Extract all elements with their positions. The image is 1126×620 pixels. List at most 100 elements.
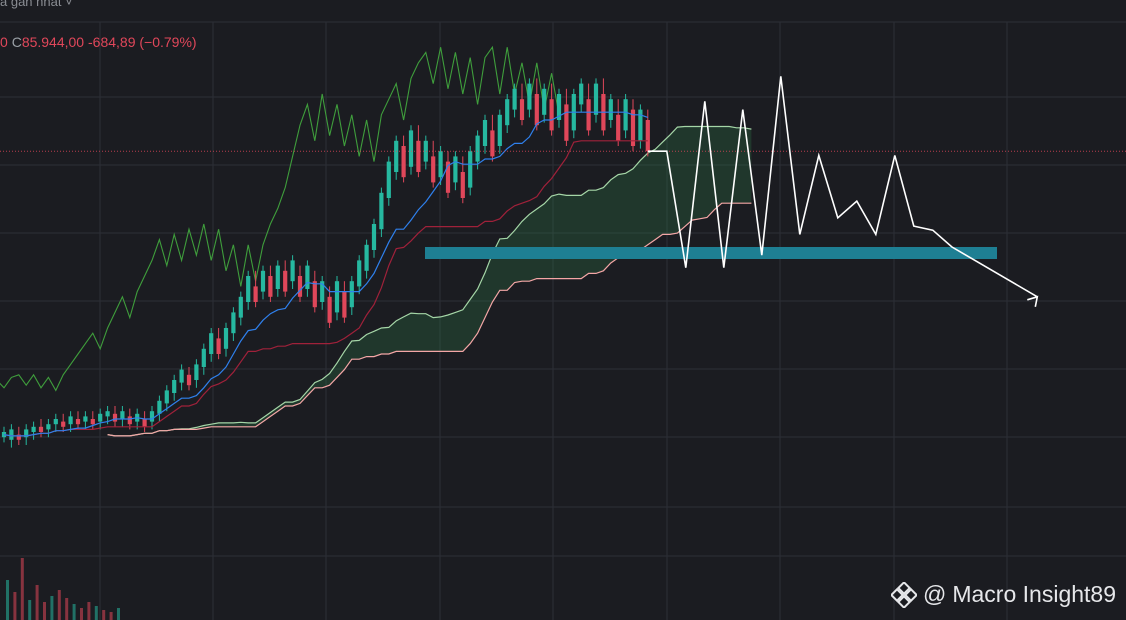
close-label: C	[11, 34, 22, 50]
chikou-span-line	[0, 45, 560, 392]
candle-body	[46, 424, 51, 430]
close-value: 85.944,00	[21, 34, 85, 50]
candle-body	[90, 419, 95, 425]
candle-body	[290, 260, 295, 282]
candle-body	[38, 426, 44, 432]
watermark-at: @	[923, 581, 947, 607]
volume-bar	[20, 558, 24, 620]
interval-selector[interactable]: a gần nhất ˅	[0, 0, 73, 9]
candle-body	[216, 338, 221, 354]
candle-body	[593, 83, 599, 115]
candle-body	[186, 374, 192, 386]
volume-bar	[6, 580, 9, 620]
volume-bar	[50, 596, 54, 620]
ichimoku-cloud	[107, 126, 752, 436]
binance-logo-icon	[891, 581, 917, 608]
volume-bar	[57, 590, 61, 620]
candle-body	[342, 291, 347, 318]
candle-body	[238, 296, 243, 318]
candle-body	[527, 83, 532, 110]
candle-body	[371, 224, 377, 250]
volume-bar	[13, 592, 17, 620]
candle-body	[149, 411, 155, 422]
candle-body	[534, 94, 539, 126]
volume-bar	[80, 608, 83, 620]
candle-body	[408, 130, 414, 167]
candle-body	[268, 276, 273, 297]
support-zone[interactable]	[425, 247, 997, 259]
candle-body	[112, 413, 118, 422]
candle-body	[61, 421, 66, 427]
price-chart[interactable]	[0, 0, 1126, 620]
candle-body	[453, 156, 458, 183]
volume-bars	[6, 558, 120, 620]
volume-bar	[35, 585, 39, 620]
candle-body	[438, 151, 443, 178]
candle-body	[83, 416, 88, 422]
candle-body	[364, 244, 369, 271]
change-value: -684,89	[88, 34, 136, 50]
volume-bar	[94, 606, 98, 620]
candle-body	[579, 83, 584, 105]
volume-bar	[28, 600, 32, 620]
volume-bar	[72, 604, 76, 620]
volume-bar	[65, 598, 69, 620]
candle-body	[645, 120, 650, 152]
candle-body	[401, 146, 406, 178]
chart-grid	[0, 21, 1126, 620]
candle-body	[394, 140, 399, 172]
candle-body	[253, 286, 258, 302]
candle-body	[586, 99, 591, 131]
volume-bar	[87, 602, 91, 620]
candle-body	[623, 99, 628, 131]
candle-body	[468, 151, 473, 188]
candle-body	[68, 416, 73, 425]
volume-bar	[117, 608, 120, 620]
candle-body	[416, 140, 421, 172]
candle-body	[172, 380, 177, 393]
candle-body	[31, 426, 36, 432]
candle-body	[194, 364, 199, 380]
candle-body	[475, 135, 480, 162]
chevron-down-icon: ˅	[65, 0, 73, 9]
ohlc-open-fragment: 0	[0, 34, 8, 50]
candle-body	[519, 99, 525, 120]
candle-body	[349, 281, 354, 308]
candle-body	[564, 104, 569, 141]
watermark-text: Macro Insight89	[952, 581, 1116, 607]
candle-body	[201, 348, 206, 367]
volume-bar	[102, 610, 106, 620]
candle-body	[260, 270, 266, 292]
candle-body	[120, 411, 125, 419]
candle-body	[460, 172, 465, 198]
candle-body	[305, 265, 310, 289]
candle-body	[542, 88, 547, 115]
interval-label: a gần nhất	[0, 0, 62, 9]
candle-body	[497, 114, 502, 146]
candle-body	[142, 419, 147, 427]
candle-body	[608, 99, 613, 120]
candle-body	[357, 260, 362, 287]
candle-body	[127, 416, 132, 425]
candle-body	[616, 114, 621, 141]
arrow-head-icon	[1027, 295, 1039, 307]
candle-body	[312, 281, 317, 308]
candle-body	[105, 411, 110, 417]
candle-body	[505, 99, 510, 126]
candle-body	[283, 270, 288, 292]
candle-body	[164, 390, 169, 404]
watermark: @ Macro Insight89	[891, 581, 1116, 608]
candle-body	[75, 419, 81, 425]
candle-body	[179, 369, 184, 383]
candle-body	[334, 281, 340, 313]
candle-body	[482, 120, 488, 146]
candle-body	[98, 413, 103, 422]
candle-body	[297, 276, 303, 297]
candle-body	[209, 333, 214, 354]
candle-body	[157, 400, 162, 414]
candle-body	[549, 99, 554, 131]
ohlc-legend: 0 C85.944,00 -684,89 (−0.79%)	[0, 34, 197, 50]
candle-body	[512, 88, 517, 110]
candle-body	[490, 130, 495, 157]
candle-body	[431, 156, 436, 183]
